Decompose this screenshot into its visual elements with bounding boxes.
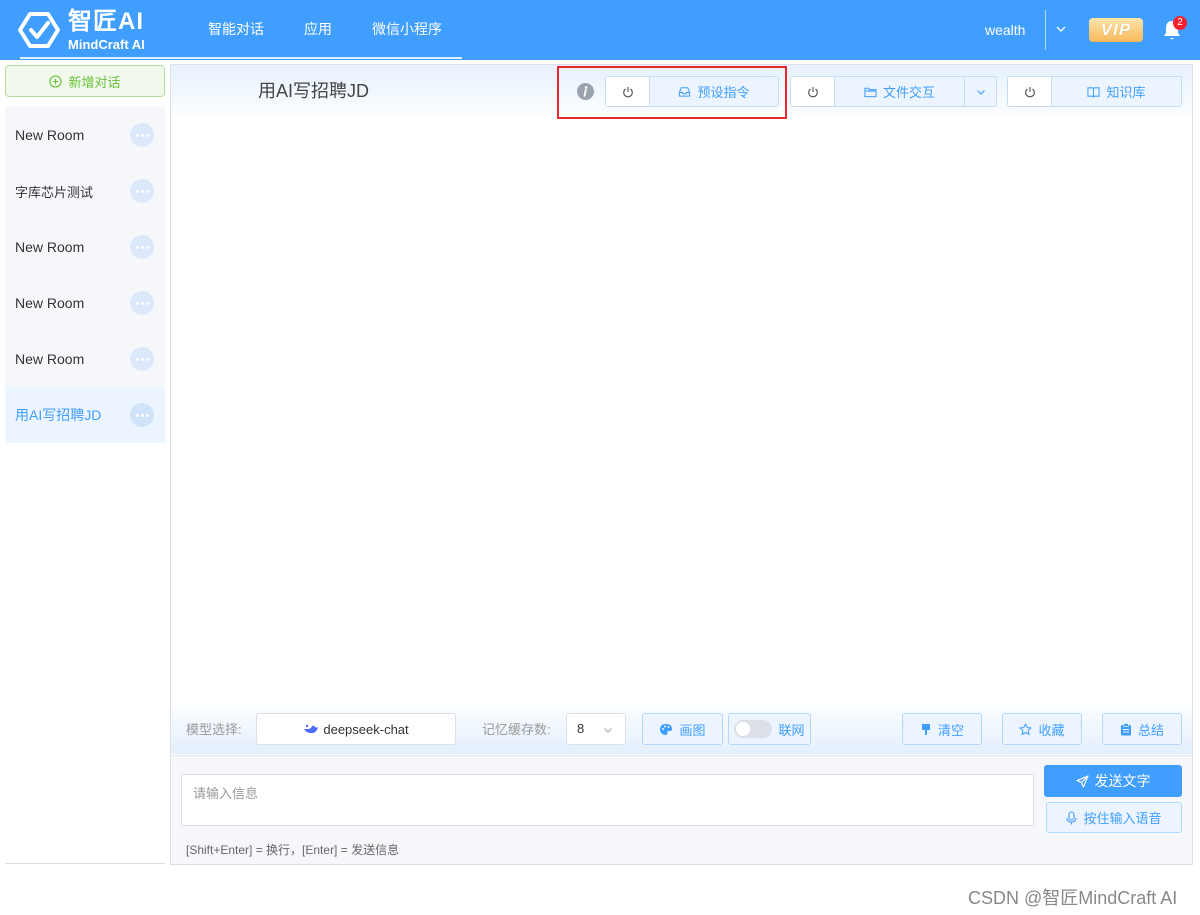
logo-title: 智匠AI	[68, 7, 144, 35]
room-label: 字库芯片测试	[15, 184, 94, 200]
logo[interactable]: 智匠AI MindCraft AI	[18, 8, 145, 52]
top-nav: 智能对话 应用 微信小程序	[188, 0, 462, 60]
whale-icon	[304, 724, 319, 734]
book-icon	[1087, 86, 1101, 98]
nav-wechat-miniprogram[interactable]: 微信小程序	[352, 0, 462, 60]
file-power-toggle[interactable]	[791, 77, 835, 106]
message-input[interactable]	[181, 774, 1034, 826]
chat-panel: 用AI写招聘JD 预设指令 文件交互 知识库 模型选择: deepseek-ch…	[170, 64, 1193, 865]
room-label: New Room	[15, 351, 85, 367]
web-switch[interactable]	[734, 720, 773, 738]
knowledge-base-button[interactable]: 知识库	[1052, 77, 1181, 106]
chevron-down-icon	[604, 728, 612, 733]
knowledge-group: 知识库	[1007, 76, 1182, 107]
chevron-down-icon[interactable]	[1054, 22, 1068, 36]
chat-title: 用AI写招聘JD	[258, 81, 370, 101]
keyboard-hint: [Shift+Enter] = 换行，[Enter] = 发送信息	[186, 843, 400, 857]
star-icon	[1019, 722, 1033, 735]
favorite-label: 收藏	[1038, 722, 1065, 738]
clipboard-icon	[1120, 722, 1131, 735]
room-item[interactable]: New Room	[5, 331, 165, 387]
nav-underline	[20, 57, 462, 59]
app-header: 智匠AI MindCraft AI 智能对话 应用 微信小程序 wealth V…	[0, 0, 1200, 60]
folder-icon	[864, 87, 877, 97]
new-chat-button[interactable]: 新增对话	[5, 65, 165, 97]
room-label: 用AI写招聘JD	[15, 407, 102, 423]
send-label: 发送文字	[1094, 773, 1151, 789]
draw-button[interactable]: 画图	[642, 713, 723, 745]
sidebar: 新增对话 New Room 字库芯片测试 New Room New Room N…	[5, 64, 165, 864]
file-interaction-button[interactable]: 文件交互	[835, 77, 964, 106]
memory-value: 8	[577, 721, 585, 736]
more-icon[interactable]	[130, 347, 154, 371]
more-icon[interactable]	[130, 235, 154, 259]
more-icon[interactable]	[130, 123, 154, 147]
send-icon	[1075, 774, 1089, 788]
logo-subtitle: MindCraft AI	[68, 36, 145, 52]
file-group: 文件交互	[790, 76, 997, 107]
memory-select[interactable]: 8	[566, 713, 626, 745]
memory-label: 记忆缓存数:	[482, 722, 551, 737]
room-label: New Room	[15, 127, 85, 143]
room-item[interactable]: New Room	[5, 219, 165, 275]
clear-label: 清空	[937, 722, 964, 738]
palette-icon	[660, 723, 673, 735]
more-icon[interactable]	[130, 403, 154, 427]
room-list: New Room 字库芯片测试 New Room New Room New Ro…	[5, 107, 165, 443]
chevron-down-icon	[976, 89, 985, 95]
plus-circle-icon	[49, 74, 63, 88]
nav-apps[interactable]: 应用	[284, 0, 352, 60]
voice-label: 按住输入语音	[1083, 811, 1162, 826]
file-dropdown-button[interactable]	[964, 77, 996, 106]
input-area: 发送文字 按住输入语音 [Shift+Enter] = 换行，[Enter] =…	[171, 755, 1192, 864]
watermark: CSDN @智匠MindCraft AI	[968, 888, 1178, 908]
more-icon[interactable]	[130, 291, 154, 315]
header-divider	[1045, 10, 1046, 50]
notification-badge: 2	[1173, 16, 1187, 30]
chat-header: 用AI写招聘JD 预设指令 文件交互 知识库	[171, 65, 1192, 119]
send-text-button[interactable]: 发送文字	[1044, 765, 1182, 797]
room-label: New Room	[15, 239, 85, 255]
model-select[interactable]: deepseek-chat	[256, 713, 456, 745]
user-name[interactable]: wealth	[985, 0, 1025, 60]
knowledge-label: 知识库	[1106, 85, 1146, 100]
draw-label: 画图	[679, 722, 706, 738]
room-item[interactable]: New Room	[5, 107, 165, 163]
microphone-icon	[1066, 810, 1078, 824]
model-label: 模型选择:	[186, 722, 242, 737]
clear-button[interactable]: 清空	[902, 713, 982, 745]
chat-toolbar: 模型选择: deepseek-chat 记忆缓存数: 8 画图 联网 清空 收藏…	[171, 706, 1192, 754]
logo-icon	[18, 12, 60, 48]
room-item[interactable]: 字库芯片测试	[5, 163, 165, 219]
power-icon	[1024, 86, 1035, 97]
summary-label: 总结	[1137, 722, 1164, 738]
web-label: 联网	[778, 722, 805, 738]
model-value: deepseek-chat	[323, 721, 409, 737]
room-item[interactable]: New Room	[5, 275, 165, 331]
summary-button[interactable]: 总结	[1102, 713, 1182, 745]
favorite-button[interactable]: 收藏	[1002, 713, 1082, 745]
knowledge-power-toggle[interactable]	[1008, 77, 1052, 106]
nav-chat[interactable]: 智能对话	[188, 0, 284, 60]
file-label: 文件交互	[882, 85, 935, 100]
new-chat-label: 新增对话	[68, 74, 121, 90]
more-icon[interactable]	[130, 179, 154, 203]
vip-badge[interactable]: VIP	[1089, 18, 1143, 42]
room-label: New Room	[15, 295, 85, 311]
power-icon	[807, 86, 818, 97]
voice-input-button[interactable]: 按住输入语音	[1046, 802, 1182, 833]
brush-icon	[921, 723, 930, 735]
web-search-toggle[interactable]: 联网	[728, 713, 811, 745]
highlight-box	[557, 66, 787, 119]
room-item-active[interactable]: 用AI写招聘JD	[5, 387, 165, 443]
